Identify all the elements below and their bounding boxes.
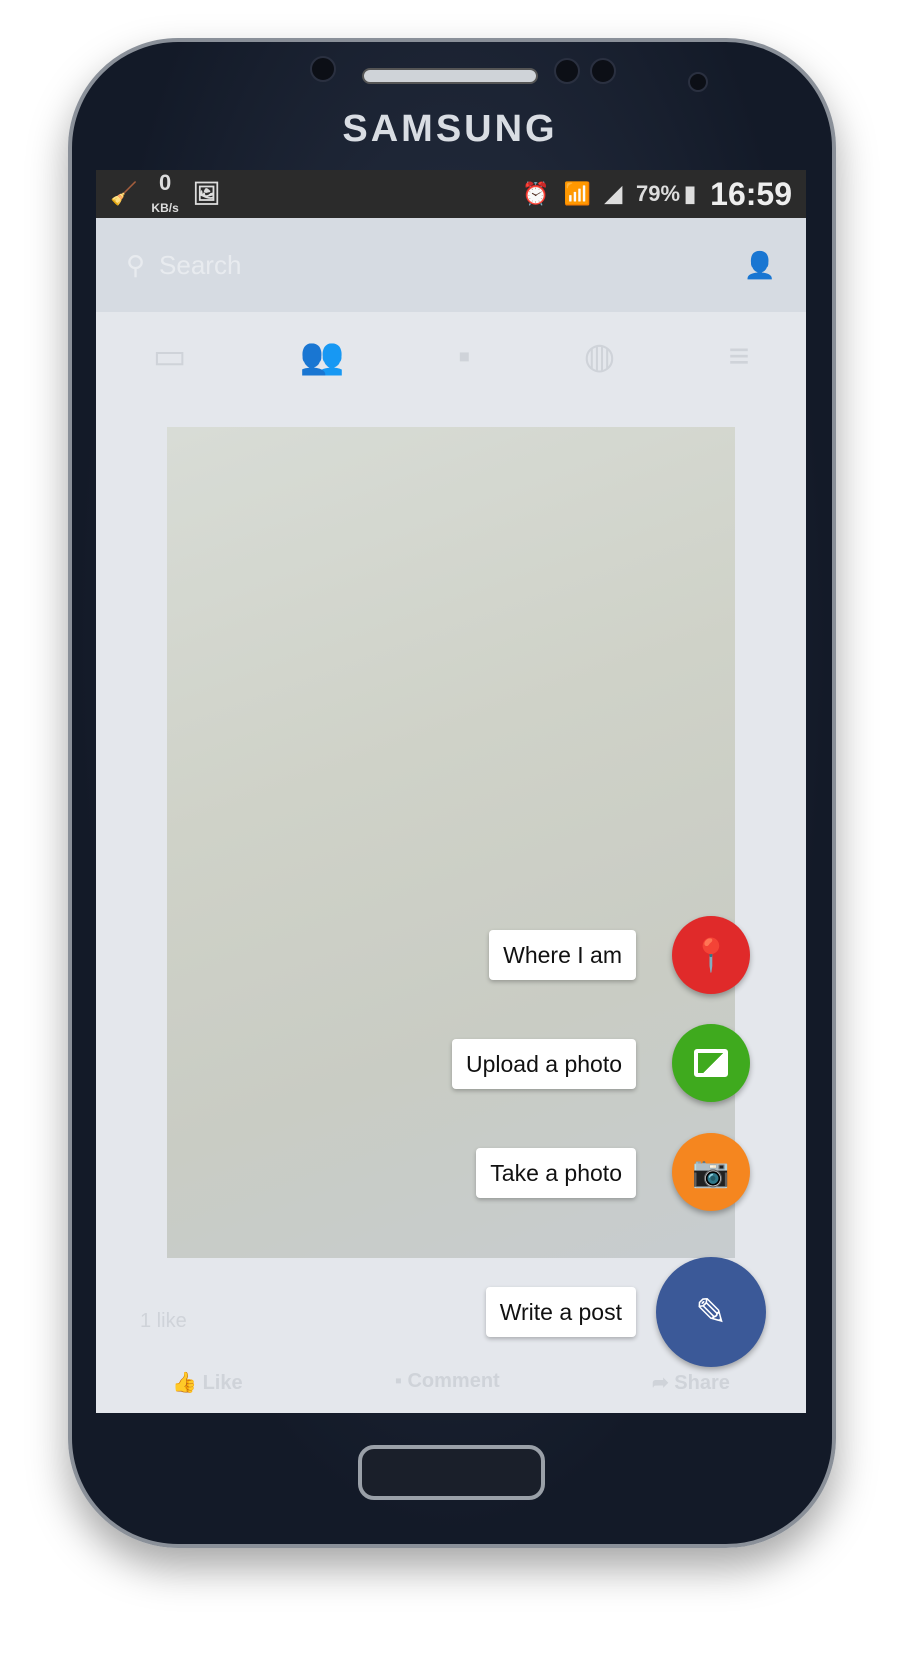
- gallery-icon: 🖼: [192, 181, 221, 206]
- post-actions: 👍 Like ▪ Comment ➦ Share: [96, 1370, 806, 1395]
- search-input[interactable]: Search: [159, 250, 744, 281]
- sensor: [590, 58, 616, 84]
- speed-unit: KB/s: [151, 201, 179, 215]
- comment-label: Comment: [407, 1370, 500, 1392]
- brand-logo: SAMSUNG: [342, 108, 558, 150]
- sensor: [554, 58, 580, 84]
- friend-requests-icon[interactable]: 👤: [744, 250, 776, 281]
- cleaner-icon: 🧹: [110, 181, 138, 206]
- news-feed-icon[interactable]: ▭: [153, 335, 187, 377]
- signal-icon: ◢: [605, 181, 622, 206]
- alarm-icon: ⏰: [522, 181, 550, 206]
- globe-icon[interactable]: ◍: [584, 335, 615, 377]
- take-photo-button[interactable]: 📷: [672, 1133, 750, 1211]
- friends-icon[interactable]: 👥: [300, 335, 345, 377]
- like-label: Like: [202, 1372, 243, 1394]
- menu-icon[interactable]: ≡: [728, 335, 749, 377]
- battery-icon: ▮: [684, 181, 697, 206]
- camera-icon: 📷: [692, 1155, 730, 1189]
- write-post-button[interactable]: ✎: [656, 1257, 766, 1367]
- wifi-icon: 📶: [563, 181, 592, 206]
- upload-photo-label[interactable]: Upload a photo: [451, 1039, 636, 1089]
- earpiece-speaker: [362, 68, 538, 84]
- home-button[interactable]: [358, 1445, 545, 1500]
- share-label: Share: [674, 1372, 730, 1394]
- search-bar[interactable]: ⚲ Search 👤: [96, 218, 806, 312]
- battery-percent: 79%: [636, 181, 681, 206]
- upload-photo-button[interactable]: [672, 1024, 750, 1102]
- speed-value: 0: [158, 170, 172, 195]
- location-pin-icon: 📍: [691, 937, 731, 973]
- take-photo-label[interactable]: Take a photo: [476, 1148, 636, 1198]
- where-i-am-button[interactable]: 📍: [672, 916, 750, 994]
- comment-button[interactable]: ▪ Comment: [395, 1370, 500, 1395]
- front-camera: [310, 56, 336, 82]
- share-button[interactable]: ➦ Share: [652, 1370, 730, 1395]
- search-icon: ⚲: [126, 249, 146, 280]
- camera-lens: [688, 72, 708, 92]
- status-bar: 🧹 0 KB/s 🖼 ⏰ 📶 ◢ 79% ▮ 16:59: [96, 170, 806, 218]
- clock: 16:59: [710, 175, 792, 212]
- post-photo[interactable]: [167, 427, 735, 1258]
- messages-icon[interactable]: ▪: [458, 335, 471, 377]
- image-icon: [694, 1049, 728, 1077]
- where-i-am-label[interactable]: Where I am: [489, 930, 636, 980]
- pencil-icon: ✎: [695, 1291, 727, 1334]
- likes-count[interactable]: 1 like: [140, 1310, 187, 1333]
- write-post-label[interactable]: Write a post: [485, 1287, 636, 1337]
- screen: 🧹 0 KB/s 🖼 ⏰ 📶 ◢ 79% ▮ 16:59 ⚲ Search 👤 ▭…: [96, 170, 806, 1413]
- tab-bar: ▭ 👥 ▪ ◍ ≡: [96, 312, 806, 400]
- like-button[interactable]: 👍 Like: [172, 1370, 243, 1395]
- net-speed: 0 KB/s: [151, 172, 178, 216]
